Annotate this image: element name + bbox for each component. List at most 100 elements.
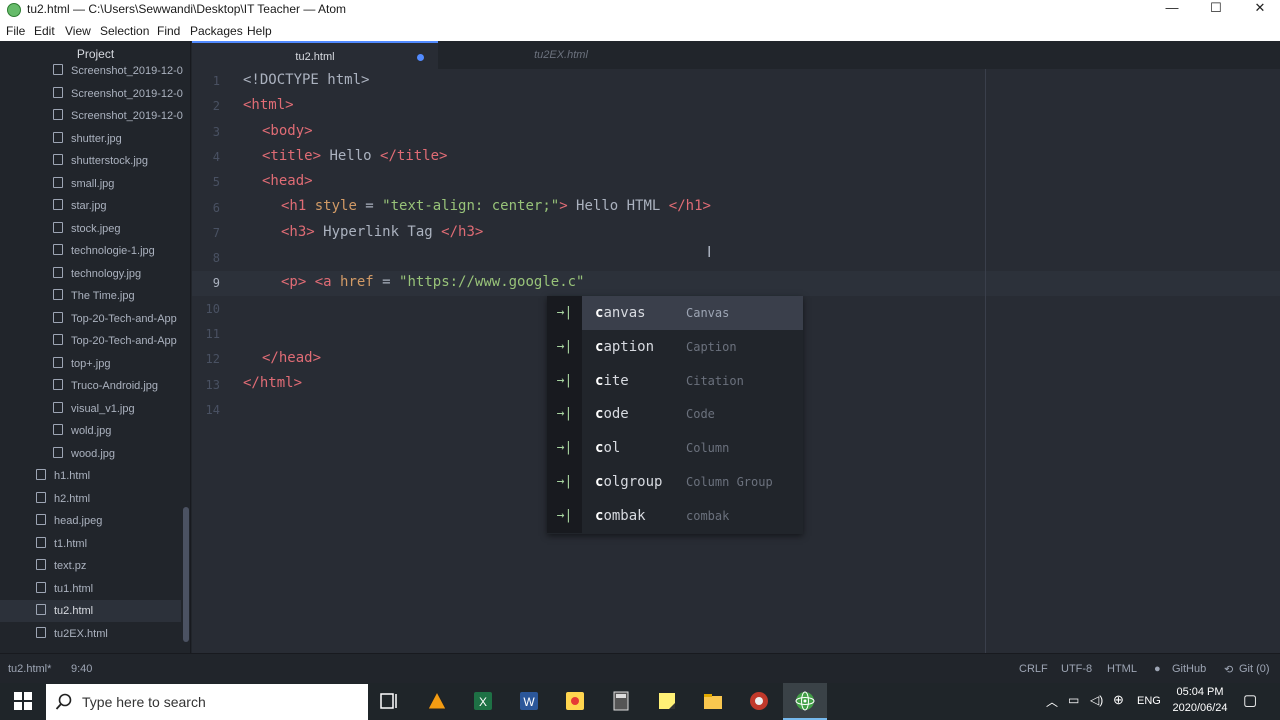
- language-indicator[interactable]: ENG: [1137, 695, 1161, 707]
- image-file-icon: [53, 446, 63, 458]
- tree-item[interactable]: wood.jpg: [0, 443, 181, 465]
- menu-packages[interactable]: Packages: [190, 24, 243, 38]
- suggestion-rest: aption: [603, 338, 655, 355]
- status-line-ending[interactable]: CRLF: [1019, 663, 1048, 675]
- status-file-name[interactable]: tu2.html*: [8, 663, 51, 675]
- status-github[interactable]: GitHub: [1172, 663, 1206, 675]
- tree-item[interactable]: star.jpg: [0, 195, 181, 217]
- word-taskbar-icon[interactable]: W: [517, 689, 541, 713]
- tree-item[interactable]: Truco-Android.jpg: [0, 375, 181, 397]
- tree-item[interactable]: shutterstock.jpg: [0, 150, 181, 172]
- tree-item[interactable]: t1.html: [0, 533, 181, 555]
- tree-item[interactable]: tu2.html: [0, 600, 181, 622]
- tree-item[interactable]: text.pz: [0, 555, 181, 577]
- tree-item[interactable]: Screenshot_2019-12-0: [0, 60, 183, 82]
- snippet-icon: →|: [547, 465, 582, 499]
- autocomplete-suggestion[interactable]: →| colgroup Column Group: [547, 465, 803, 499]
- network-globe-icon[interactable]: ⊕: [1113, 692, 1124, 708]
- task-view-icon[interactable]: [377, 689, 401, 713]
- clock-date[interactable]: 2020/06/24: [1170, 702, 1230, 714]
- menu-edit[interactable]: Edit: [34, 24, 55, 38]
- tree-item-label: h2.html: [54, 492, 91, 505]
- tree-item[interactable]: wold.jpg: [0, 420, 181, 442]
- tree-item[interactable]: Top-20-Tech-and-App: [0, 330, 181, 352]
- windows-start-icon[interactable]: [11, 689, 35, 713]
- tree-item[interactable]: The Time.jpg: [0, 285, 181, 307]
- image-file-icon: [53, 176, 63, 188]
- tree-item-label: star.jpg: [71, 200, 107, 212]
- ibeam-cursor-icon: I: [707, 244, 712, 261]
- image-file-icon: [53, 289, 63, 300]
- tree-item[interactable]: top+.jpg: [0, 353, 181, 375]
- autocomplete-suggestion[interactable]: →| cite Citation: [547, 363, 803, 398]
- status-encoding[interactable]: UTF-8: [1061, 663, 1092, 675]
- snippet-icon: →|: [547, 431, 582, 466]
- tree-item[interactable]: head.jpeg: [0, 510, 181, 532]
- tree-item-label: t1.html: [54, 537, 88, 550]
- tree-item[interactable]: technology.jpg: [0, 263, 181, 285]
- autocomplete-suggestion[interactable]: →| canvas Canvas: [547, 296, 803, 330]
- suggestion-description: Column Group: [686, 475, 773, 489]
- menu-find[interactable]: Find: [157, 24, 180, 38]
- vlc-taskbar-icon[interactable]: [425, 689, 449, 713]
- tag-token: <body>: [262, 123, 313, 139]
- file-icon: [36, 604, 46, 615]
- code-line-1: <!DOCTYPE html>: [243, 72, 369, 88]
- battery-icon[interactable]: ▭: [1068, 693, 1079, 707]
- status-grammar[interactable]: HTML: [1107, 663, 1137, 675]
- tree-item[interactable]: Screenshot_2019-12-0: [0, 105, 183, 127]
- tree-item[interactable]: tu2EX.html: [0, 623, 181, 645]
- notification-icon[interactable]: ▢: [1243, 691, 1257, 709]
- status-git[interactable]: Git (0): [1239, 663, 1270, 675]
- volume-icon[interactable]: ◁): [1090, 693, 1103, 707]
- tree-item-label: h1.html: [54, 470, 91, 482]
- tree-item[interactable]: h1.html: [0, 465, 181, 487]
- atom-taskbar-button[interactable]: [783, 683, 827, 720]
- autocomplete-suggestion[interactable]: →| combak combak: [547, 498, 803, 533]
- close-button[interactable]: ✕: [1238, 0, 1280, 20]
- tree-scrollbar[interactable]: [183, 507, 189, 642]
- tree-item[interactable]: h2.html: [0, 488, 181, 510]
- autocomplete-suggestion[interactable]: →| caption Caption: [547, 329, 803, 364]
- tab-tu2ex-html[interactable]: tu2EX.html: [438, 41, 684, 69]
- image-file-icon: [53, 311, 63, 323]
- tree-item[interactable]: Screenshot_2019-12-0: [0, 83, 183, 105]
- menu-help[interactable]: Help: [247, 24, 272, 38]
- tree-item-label: technology.jpg: [71, 267, 142, 280]
- excel-taskbar-icon[interactable]: X: [471, 689, 495, 713]
- tree-item[interactable]: visual_v1.jpg: [0, 398, 181, 420]
- tab-tu2-html[interactable]: tu2.html: [192, 41, 438, 69]
- modified-indicator-icon[interactable]: [417, 54, 424, 61]
- menu-file[interactable]: File: [6, 24, 25, 38]
- line-number: 9: [212, 276, 220, 291]
- image-file-icon: [53, 64, 63, 75]
- tree-item[interactable]: technologie-1.jpg: [0, 240, 181, 262]
- calculator-taskbar-icon[interactable]: [609, 689, 633, 713]
- tree-item[interactable]: shutter.jpg: [0, 128, 181, 150]
- tray-chevron-icon[interactable]: ︿: [1046, 693, 1058, 710]
- tree-item-label: Truco-Android.jpg: [71, 380, 159, 392]
- tree-item-label: The Time.jpg: [71, 290, 135, 302]
- suggestion-word: canvas: [595, 296, 646, 330]
- sticky-notes-taskbar-icon[interactable]: [655, 689, 679, 713]
- tree-item[interactable]: small.jpg: [0, 173, 181, 195]
- autocomplete-suggestion[interactable]: →| code Code: [547, 397, 803, 432]
- suggestion-description: Column: [686, 441, 730, 456]
- tree-item[interactable]: Top-20-Tech-and-App: [0, 308, 181, 330]
- svg-text:W: W: [523, 695, 535, 709]
- line-number: 14: [205, 402, 220, 417]
- tree-item[interactable]: stock.jpeg: [0, 218, 181, 240]
- file-explorer-taskbar-icon[interactable]: [701, 689, 725, 713]
- taskbar-search-box[interactable]: Type here to search: [46, 684, 368, 720]
- suggestion-description: Citation: [686, 373, 744, 388]
- clock-time[interactable]: 05:04 PM: [1174, 686, 1226, 698]
- menu-selection[interactable]: Selection: [100, 24, 149, 38]
- maximize-button[interactable]: ☐: [1194, 0, 1238, 20]
- minimize-button[interactable]: —: [1150, 0, 1194, 20]
- browser-taskbar-icon[interactable]: [747, 689, 771, 713]
- autocomplete-suggestion[interactable]: →| col Column: [547, 431, 803, 466]
- tree-item[interactable]: tu1.html: [0, 578, 181, 600]
- paint-taskbar-icon[interactable]: [563, 689, 587, 713]
- status-cursor-position[interactable]: 9:40: [71, 663, 92, 675]
- menu-view[interactable]: View: [65, 24, 91, 38]
